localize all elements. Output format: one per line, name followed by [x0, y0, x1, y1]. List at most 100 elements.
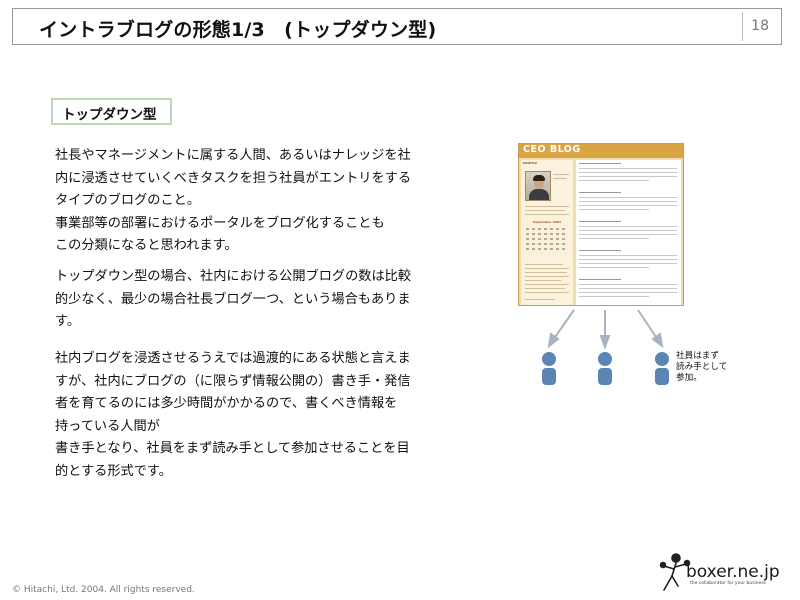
- blog-entry-line: [579, 226, 677, 227]
- calendar-day: [544, 228, 547, 230]
- note-line: 社員はまず: [676, 351, 719, 361]
- paragraph-line: 的少なく、最少の場合社長ブログ一つ、という場合もありま: [55, 291, 411, 307]
- blog-entry-line: [579, 230, 677, 231]
- ceo-photo: [525, 171, 551, 201]
- person-icon: [542, 352, 556, 385]
- blog-entry-heading: [579, 250, 621, 251]
- calendar-day: [532, 248, 535, 250]
- down-arrows: [547, 309, 664, 350]
- calendar-day: [526, 228, 529, 230]
- readers-note: 社員はまず 読み手として 参加。: [676, 351, 727, 384]
- calendar-day: [562, 228, 565, 230]
- blog-entry-heading: [579, 192, 621, 193]
- paragraph-line: 社内ブログを浸透させるうえでは過渡的にある状態と言えま: [55, 351, 411, 366]
- calendar-day: [562, 248, 565, 250]
- blog-sidebar: PROFILE September 2004: [521, 160, 573, 305]
- arrow-right-head: [651, 332, 664, 349]
- blog-entry-line: [579, 259, 677, 260]
- calendar-day: [562, 233, 565, 235]
- calendar-day: [550, 233, 553, 235]
- person-icon: [598, 352, 612, 385]
- calendar-day: [544, 243, 547, 245]
- calendar-day: [556, 228, 559, 230]
- paragraph-line: す。: [55, 314, 81, 329]
- calendar-day: [532, 233, 535, 235]
- blog-entry-heading: [579, 163, 621, 164]
- blog-entry-line: [579, 180, 649, 181]
- paragraph-3: 社内ブログを浸透させるうえでは過渡的にある状態と言えま すが、社内にブログの（に…: [55, 348, 455, 483]
- blog-entry-line: [579, 205, 677, 206]
- blog-main-column: [576, 160, 681, 305]
- blog-entry-line: [579, 292, 677, 293]
- blog-entry-line: [579, 238, 649, 239]
- arrow-center-head: [599, 335, 611, 350]
- note-line: 読み手として: [676, 362, 728, 372]
- calendar-day: [550, 228, 553, 230]
- calendar-day: [562, 243, 565, 245]
- calendar-day: [538, 243, 541, 245]
- arrow-left: [552, 309, 575, 341]
- blog-entry-line: [579, 267, 649, 268]
- blog-entry-line: [579, 168, 677, 169]
- calendar-day: [532, 238, 535, 240]
- calendar-day: [550, 248, 553, 250]
- paragraph-line: 内に浸透させていくべきタスクを担う社員がエントリをする: [55, 170, 412, 186]
- calendar-day: [526, 238, 529, 240]
- section-label-box: トップダウン型: [51, 98, 172, 125]
- calendar-day: [532, 228, 535, 230]
- person-icon: [655, 352, 669, 385]
- paragraph-line: 者を育てるのには多少時間がかかるので、書くべき情報を: [55, 396, 398, 411]
- title-divider: [742, 12, 743, 41]
- calendar-day: [556, 243, 559, 245]
- paragraph-line: 書き手となり、社員をまず読み手として参加させることを目: [55, 441, 410, 456]
- paragraph-line: 持っている人間が: [55, 418, 160, 434]
- blog-calendar-title: September 2004: [533, 220, 561, 224]
- blog-entry-line: [579, 172, 677, 173]
- blog-calendar: September 2004: [525, 220, 569, 256]
- blog-profile-label: PROFILE: [523, 161, 538, 165]
- calendar-day: [538, 228, 541, 230]
- blog-entry-heading: [579, 279, 621, 280]
- calendar-day: [562, 238, 565, 240]
- calendar-day: [526, 248, 529, 250]
- paragraph-line: 的とする形式です。: [55, 463, 172, 479]
- paragraph-line: この分類になると思われます。: [55, 238, 238, 253]
- calendar-day: [556, 233, 559, 235]
- calendar-day: [544, 233, 547, 235]
- blog-title: CEO BLOG: [523, 144, 581, 155]
- calendar-day: [532, 243, 535, 245]
- paragraph-line: タイプのブログのこと。: [55, 193, 201, 208]
- blog-entry-line: [579, 296, 649, 297]
- calendar-day: [526, 233, 529, 235]
- paragraph-1: 社長やマネージメントに属する人間、あるいはナレッジを社 内に浸透させていくべきタ…: [55, 145, 455, 258]
- paragraph-line: 社長やマネージメントに属する人間、あるいはナレッジを社: [55, 148, 411, 163]
- title-bar: イントラブログの形態1/3 (トップダウン型) 18: [12, 8, 782, 45]
- calendar-day: [556, 248, 559, 250]
- copyright-text: © Hitachi, Ltd. 2004. All rights reserve…: [12, 585, 195, 595]
- blog-entry-line: [579, 284, 677, 285]
- arrow-left-head: [547, 332, 560, 349]
- blog-header: CEO BLOG: [519, 144, 683, 158]
- calendar-day: [544, 248, 547, 250]
- blog-entry-line: [579, 176, 677, 177]
- page-number: 18: [751, 18, 769, 34]
- logo-text[interactable]: boxer.ne.jp: [686, 562, 780, 582]
- blog-entry-line: [579, 201, 677, 202]
- logo-tagline: the collaborator for your business: [690, 581, 767, 586]
- section-label: トップダウン型: [62, 107, 157, 123]
- calendar-day: [544, 238, 547, 240]
- calendar-day: [538, 238, 541, 240]
- calendar-day: [550, 243, 553, 245]
- blog-entry-line: [579, 197, 677, 198]
- calendar-day: [556, 238, 559, 240]
- blog-entry-line: [579, 288, 677, 289]
- paragraph-line: すが、社内にブログの（に限らず情報公開の）書き手・発信: [55, 373, 411, 389]
- calendar-day: [538, 233, 541, 235]
- calendar-day: [538, 248, 541, 250]
- blog-entry-line: [579, 209, 649, 210]
- calendar-day: [550, 238, 553, 240]
- paragraph-2: トップダウン型の場合、社内における公開ブログの数は比較 的少なく、最少の場合社長…: [55, 266, 455, 334]
- paragraph-line: 事業部等の部署におけるポータルをブログ化することも: [55, 215, 385, 231]
- note-line: 参加。: [676, 373, 702, 383]
- paragraph-line: トップダウン型の場合、社内における公開ブログの数は比較: [55, 269, 412, 284]
